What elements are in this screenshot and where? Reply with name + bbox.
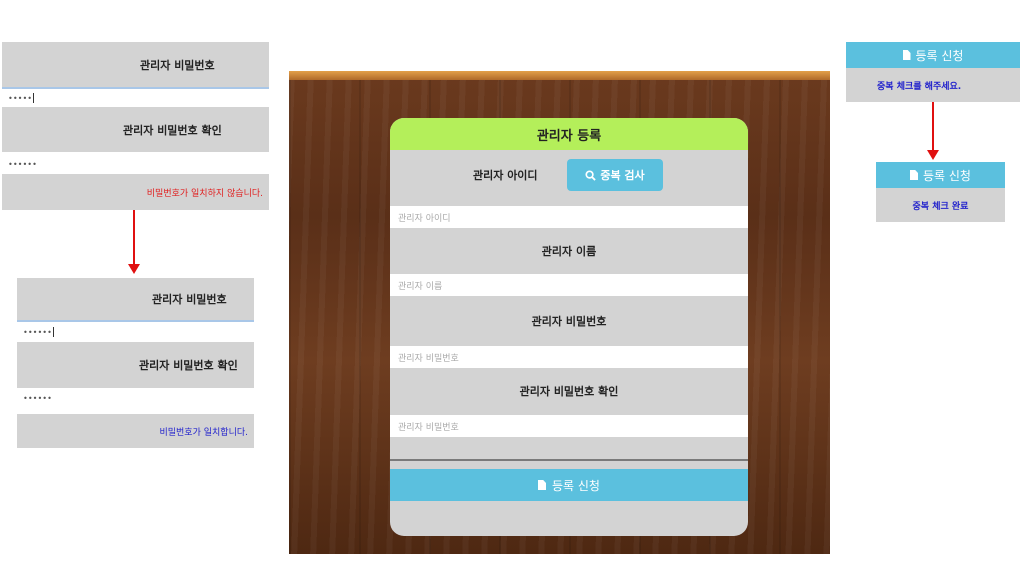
duplicate-check-complete-message: 중복 체크 완료 [876, 188, 1005, 222]
arrow-head-left [128, 264, 140, 274]
password-label: 관리자 비밀번호 [2, 42, 269, 87]
password-confirm-label: 관리자 비밀번호 확인 [17, 342, 254, 388]
document-icon [910, 170, 918, 180]
duplicate-check-label: 중복 검사 [600, 169, 645, 182]
right-bottom-panel: 등록 신청 중복 체크 완료 [876, 162, 1005, 222]
password-confirm-value: •••••• [8, 159, 37, 169]
password-field[interactable]: ••••• [2, 87, 269, 107]
password-label: 관리자 비밀번호 [17, 278, 254, 320]
text-caret [33, 93, 35, 103]
wood-top-border [289, 71, 830, 80]
admin-password-label: 관리자 비밀번호 [531, 315, 607, 328]
password-value: ••••• [8, 93, 33, 103]
left-top-panel: 관리자 비밀번호 ••••• 관리자 비밀번호 확인 •••••• 비밀번호가 … [2, 42, 269, 210]
password-value: •••••• [23, 327, 52, 337]
document-icon [538, 480, 546, 490]
arrow-down-right [932, 102, 934, 152]
submit-registration-button[interactable]: 등록 신청 [390, 469, 748, 501]
submit-label: 등록 신청 [552, 478, 600, 493]
password-confirm-value: •••••• [23, 393, 52, 403]
password-confirm-field[interactable]: •••••• [17, 388, 254, 408]
form-title: 관리자 등록 [390, 118, 748, 150]
admin-id-input[interactable]: 관리자 아이디 [390, 206, 748, 228]
admin-id-label: 관리자 아이디 [473, 169, 538, 182]
right-top-panel: 등록 신청 중복 체크를 해주세요. [846, 42, 1020, 102]
register-button-label: 등록 신청 [915, 48, 964, 63]
arrow-down-left [133, 210, 135, 266]
admin-password-confirm-input[interactable]: 관리자 비밀번호 [390, 415, 748, 437]
password-match-message: 비밀번호가 일치합니다. [17, 414, 254, 448]
admin-password-input[interactable]: 관리자 비밀번호 [390, 346, 748, 368]
text-caret [52, 327, 54, 337]
password-field[interactable]: •••••• [17, 320, 254, 342]
admin-name-input[interactable]: 관리자 이름 [390, 274, 748, 296]
search-icon [585, 169, 597, 181]
form-divider [390, 459, 748, 461]
document-icon [902, 50, 911, 60]
admin-name-label: 관리자 이름 [541, 245, 597, 258]
password-mismatch-message: 비밀번호가 일치하지 않습니다. [2, 174, 269, 210]
register-button-label: 등록 신청 [923, 168, 971, 183]
duplicate-check-button[interactable]: 중복 검사 [567, 159, 663, 191]
left-bottom-panel: 관리자 비밀번호 •••••• 관리자 비밀번호 확인 •••••• 비밀번호가… [17, 278, 254, 448]
password-confirm-field[interactable]: •••••• [2, 154, 269, 174]
arrow-head-right [927, 150, 939, 160]
admin-password-confirm-label: 관리자 비밀번호 확인 [519, 385, 619, 398]
register-button[interactable]: 등록 신청 [846, 42, 1020, 68]
register-button[interactable]: 등록 신청 [876, 162, 1005, 188]
duplicate-check-required-message: 중복 체크를 해주세요. [846, 68, 1020, 102]
admin-registration-form: 관리자 등록 관리자 아이디 중복 검사 관리자 아이디 관리자 이름 관리자 … [390, 118, 748, 536]
password-confirm-label: 관리자 비밀번호 확인 [2, 107, 269, 152]
